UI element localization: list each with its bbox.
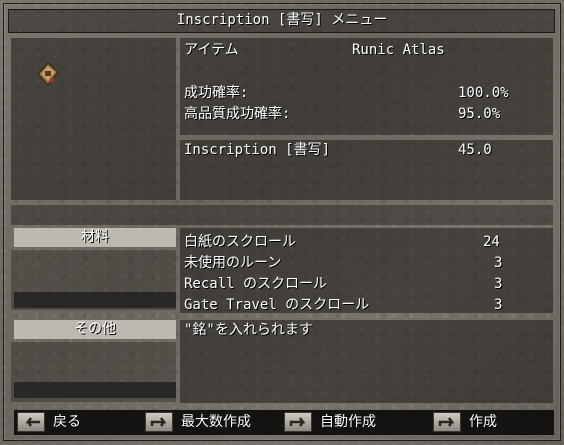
other-left-strip [14,382,176,398]
window-title: Inscription [書写] メニュー [176,12,388,28]
back-button[interactable]: 戻る [17,411,137,433]
material-row-2-qty: 3 [494,255,503,271]
material-row-2-name: 未使用のルーン [184,255,282,271]
runic-atlas-icon [37,62,59,90]
material-row-3-qty: 3 [494,276,503,292]
forward-arrow-icon [145,412,173,432]
material-row-3-name: Recall のスクロール [184,276,328,292]
skill-value: 45.0 [458,142,492,158]
forward-arrow-icon [433,412,461,432]
exceptional-chance-label: 高品質成功確率: [184,106,291,122]
materials-header: 材料 [14,228,176,247]
make-max-button[interactable]: 最大数作成 [145,411,280,433]
other-note-text: "銘"を入れられます [184,322,313,338]
other-header: その他 [14,320,176,339]
back-button-label: 戻る [53,414,81,430]
item-image-panel [11,38,176,200]
make-button-label: 作成 [469,414,497,430]
item-name: Runic Atlas [352,42,445,58]
skill-name: Inscription [書写] [184,142,331,158]
back-arrow-icon [17,412,45,432]
left-filler-panel [11,205,553,225]
material-row-1-name: 白紙のスクロール [184,234,296,250]
material-row-1-qty: 24 [483,234,500,250]
exceptional-chance-value: 95.0% [458,106,501,122]
other-header-label: その他 [74,321,116,337]
materials-left-strip [14,292,176,308]
forward-arrow-icon [284,412,312,432]
success-chance-label: 成功確率: [184,85,249,101]
auto-make-button[interactable]: 自動作成 [284,411,424,433]
auto-make-button-label: 自動作成 [320,414,376,430]
material-row-4-qty: 3 [494,297,503,313]
material-row-4-name: Gate Travel のスクロール [184,297,370,313]
success-chance-value: 100.0% [458,85,509,101]
item-label: アイテム [184,42,239,58]
materials-header-label: 材料 [81,229,109,245]
make-max-button-label: 最大数作成 [181,414,251,430]
make-button[interactable]: 作成 [433,411,551,433]
